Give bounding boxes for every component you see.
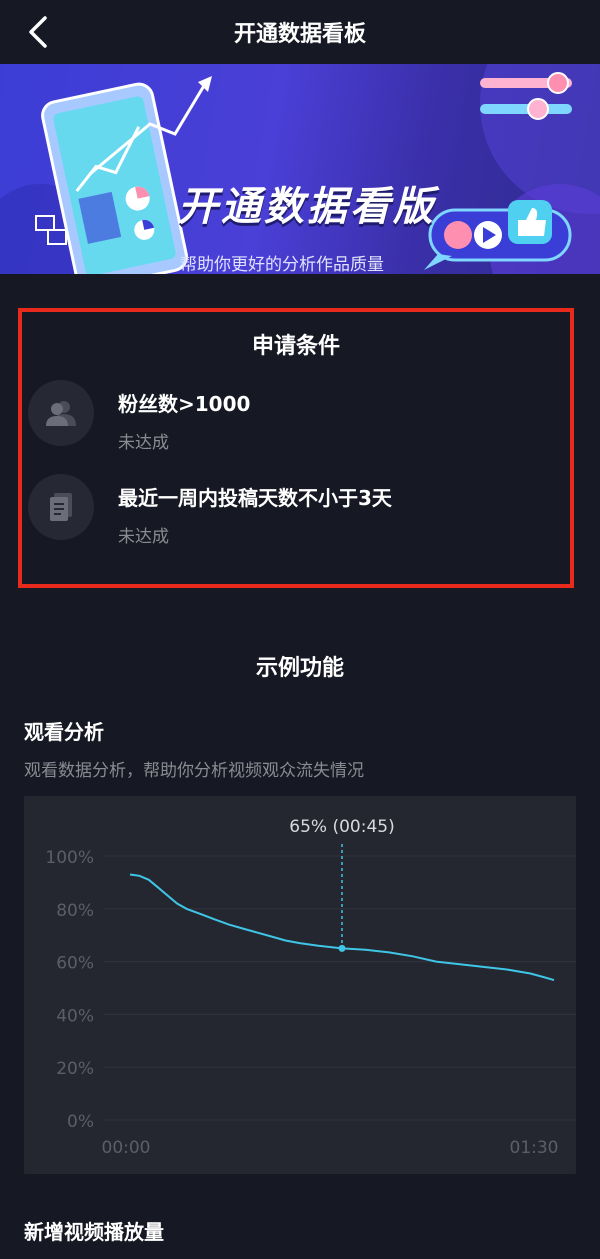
y-tick-label: 0%	[67, 1112, 94, 1132]
users-icon	[28, 380, 94, 446]
condition-status: 未达成	[118, 527, 169, 547]
document-icon	[28, 474, 94, 540]
page-title: 开通数据看板	[233, 22, 366, 47]
banner-title: 开通数据看版	[178, 184, 436, 230]
banner-subtitle: 帮助你更好的分析作品质量	[180, 255, 384, 274]
annotation-point	[338, 944, 346, 952]
retention-series-line	[129, 873, 555, 982]
y-tick-label: 80%	[56, 901, 94, 921]
watch-analysis-description: 观看数据分析，帮助你分析视频观众流失情况	[24, 761, 364, 781]
condition-item-posting-days: 最近一周内投稿天数不小于3天 未达成	[28, 464, 568, 560]
conditions-title: 申请条件	[251, 334, 340, 359]
application-conditions-panel: 申请条件 粉丝数>1000 未达成 最近一周内投稿天数不小于3天 未达成	[18, 308, 574, 588]
x-tick-label: 00:00	[102, 1138, 151, 1158]
watch-analysis-title: 观看分析	[24, 720, 104, 744]
promo-banner: 开通数据看版 帮助你更好的分析作品质量	[0, 64, 600, 274]
condition-label: 粉丝数>1000	[118, 392, 251, 416]
y-tick-label: 100%	[45, 848, 94, 868]
x-tick-label: 01:30	[510, 1138, 559, 1158]
banner-illustration	[0, 64, 600, 274]
condition-label: 最近一周内投稿天数不小于3天	[118, 486, 392, 510]
y-tick-label: 60%	[56, 954, 94, 974]
y-tick-label: 40%	[56, 1006, 94, 1026]
annotation-label: 65% (00:45)	[289, 817, 394, 837]
condition-item-followers: 粉丝数>1000 未达成	[28, 366, 568, 462]
new-plays-title: 新增视频播放量	[24, 1220, 164, 1244]
condition-status: 未达成	[118, 433, 169, 453]
y-tick-label: 20%	[56, 1059, 94, 1079]
watch-analysis-chart: 100% 80% 60% 40% 20% 0% 00:00 01:30 65% (00:45)	[24, 796, 576, 1174]
examples-title: 示例功能	[255, 656, 344, 681]
retention-line-chart: 100% 80% 60% 40% 20% 0% 00:00 01:30 65% (00:45)	[45, 817, 576, 1158]
